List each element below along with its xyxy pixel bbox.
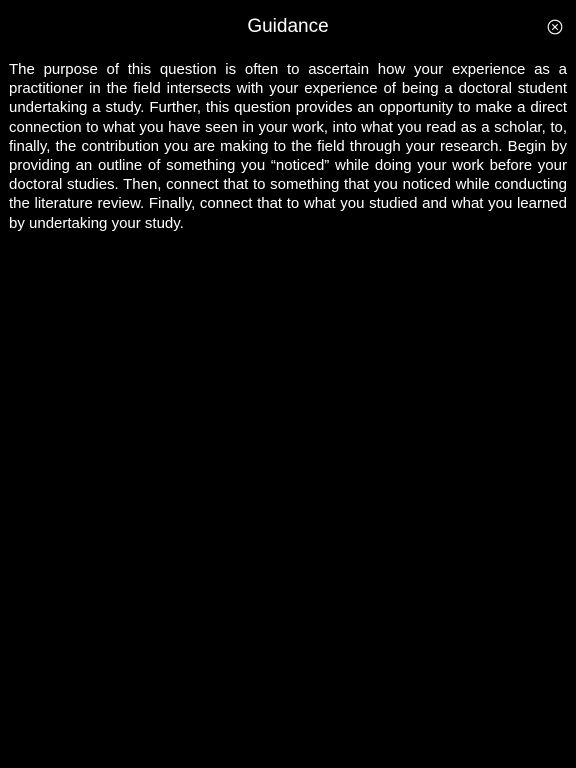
close-circle-icon <box>547 19 563 35</box>
close-button[interactable] <box>547 19 563 35</box>
header-bar: Guidance <box>0 0 576 56</box>
guidance-text: The purpose of this question is often to… <box>9 61 567 232</box>
page-title: Guidance <box>247 16 329 37</box>
